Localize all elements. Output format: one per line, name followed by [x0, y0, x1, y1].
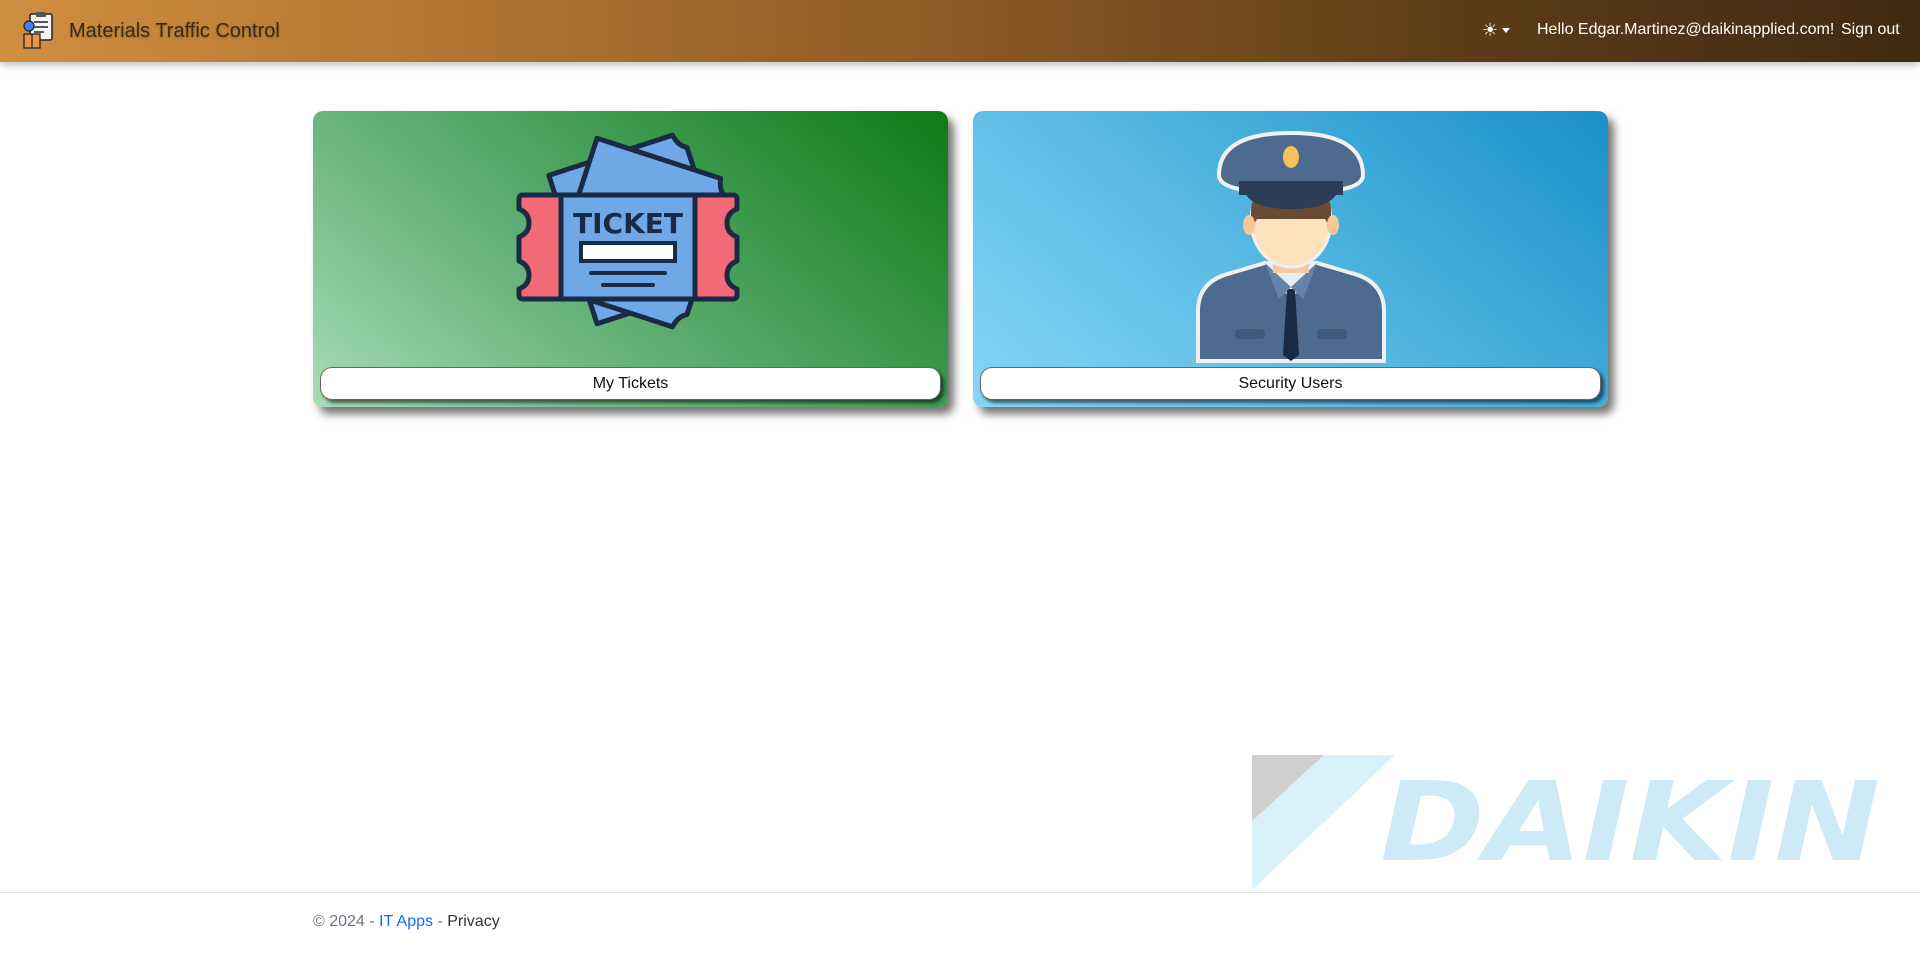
app-title: Materials Traffic Control [69, 19, 280, 42]
svg-text:TICKET: TICKET [573, 207, 683, 240]
sun-icon: ☀ [1482, 19, 1499, 40]
security-guard-icon [1196, 130, 1386, 363]
ticket-icon: TICKET [516, 132, 740, 330]
footer-separator: - [433, 913, 448, 930]
theme-toggle-button[interactable]: ☀ [1482, 18, 1511, 42]
user-greeting[interactable]: Hello Edgar.Martinez@daikinapplied.com! [1537, 21, 1834, 39]
svg-text:DAIKIN: DAIKIN [1380, 758, 1880, 886]
chevron-down-icon [1502, 27, 1511, 33]
privacy-link[interactable]: Privacy [447, 913, 499, 930]
clipboard-box-icon [23, 12, 53, 49]
daikin-logo-watermark: DAIKIN [1252, 755, 1880, 890]
my-tickets-button[interactable]: My Tickets [320, 367, 941, 400]
footer: © 2024 - IT Apps - Privacy [0, 892, 1920, 953]
my-tickets-card[interactable]: TICKET My Tickets [313, 111, 948, 407]
sign-out-link[interactable]: Sign out [1841, 21, 1900, 39]
top-navbar: Materials Traffic Control ☀ Hello Edgar.… [0, 0, 1920, 62]
security-users-button[interactable]: Security Users [980, 367, 1601, 400]
brand[interactable]: Materials Traffic Control [20, 12, 280, 50]
security-users-card[interactable]: Security Users [973, 111, 1608, 407]
it-apps-link[interactable]: IT Apps [379, 913, 433, 930]
footer-text: © 2024 - IT Apps - Privacy [313, 913, 500, 931]
copyright-text: © 2024 - [313, 913, 380, 930]
